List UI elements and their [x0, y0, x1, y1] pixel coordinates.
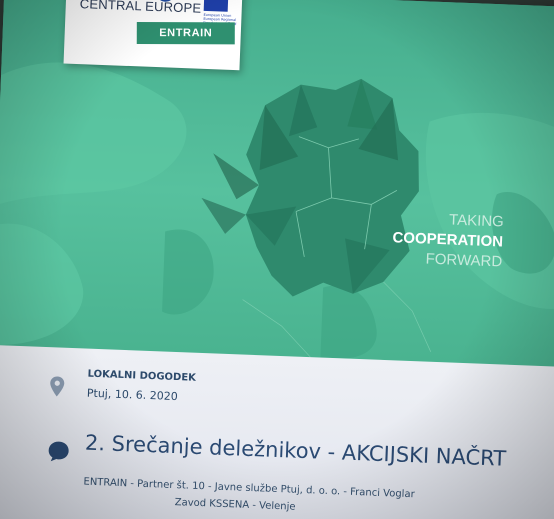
interreg-logo: reg CENTRAL EUROPE European Union Europe… — [63, 0, 243, 71]
location-pin-icon — [50, 376, 65, 397]
subtitle-partner: ENTRAIN - Partner št. 10 - Javne službe … — [83, 476, 415, 501]
slide-info-panel: LOKALNI DOGODEK Ptuj, 10. 6. 2020 2. Sre… — [0, 344, 554, 519]
eu-flag-icon — [203, 0, 229, 12]
page-title: 2. Srečanje deležnikov - AKCIJSKI NAČRT — [84, 430, 507, 471]
europe-map: reg CENTRAL EUROPE European Union Europe… — [0, 0, 554, 367]
subtitle-organization: Zavod KSSENA - Velenje — [174, 497, 296, 513]
slogan: TAKING COOPERATION FORWARD — [354, 207, 504, 273]
event-date: Ptuj, 10. 6. 2020 — [86, 386, 179, 404]
project-badge: ENTRAIN — [136, 21, 235, 45]
event-type: LOKALNI DOGODEK — [87, 368, 197, 384]
photo: reg CENTRAL EUROPE European Union Europe… — [0, 0, 554, 519]
speech-bubble-icon — [48, 441, 69, 462]
presentation-slide: reg CENTRAL EUROPE European Union Europe… — [0, 0, 554, 519]
logo-program: CENTRAL EUROPE — [79, 0, 202, 16]
